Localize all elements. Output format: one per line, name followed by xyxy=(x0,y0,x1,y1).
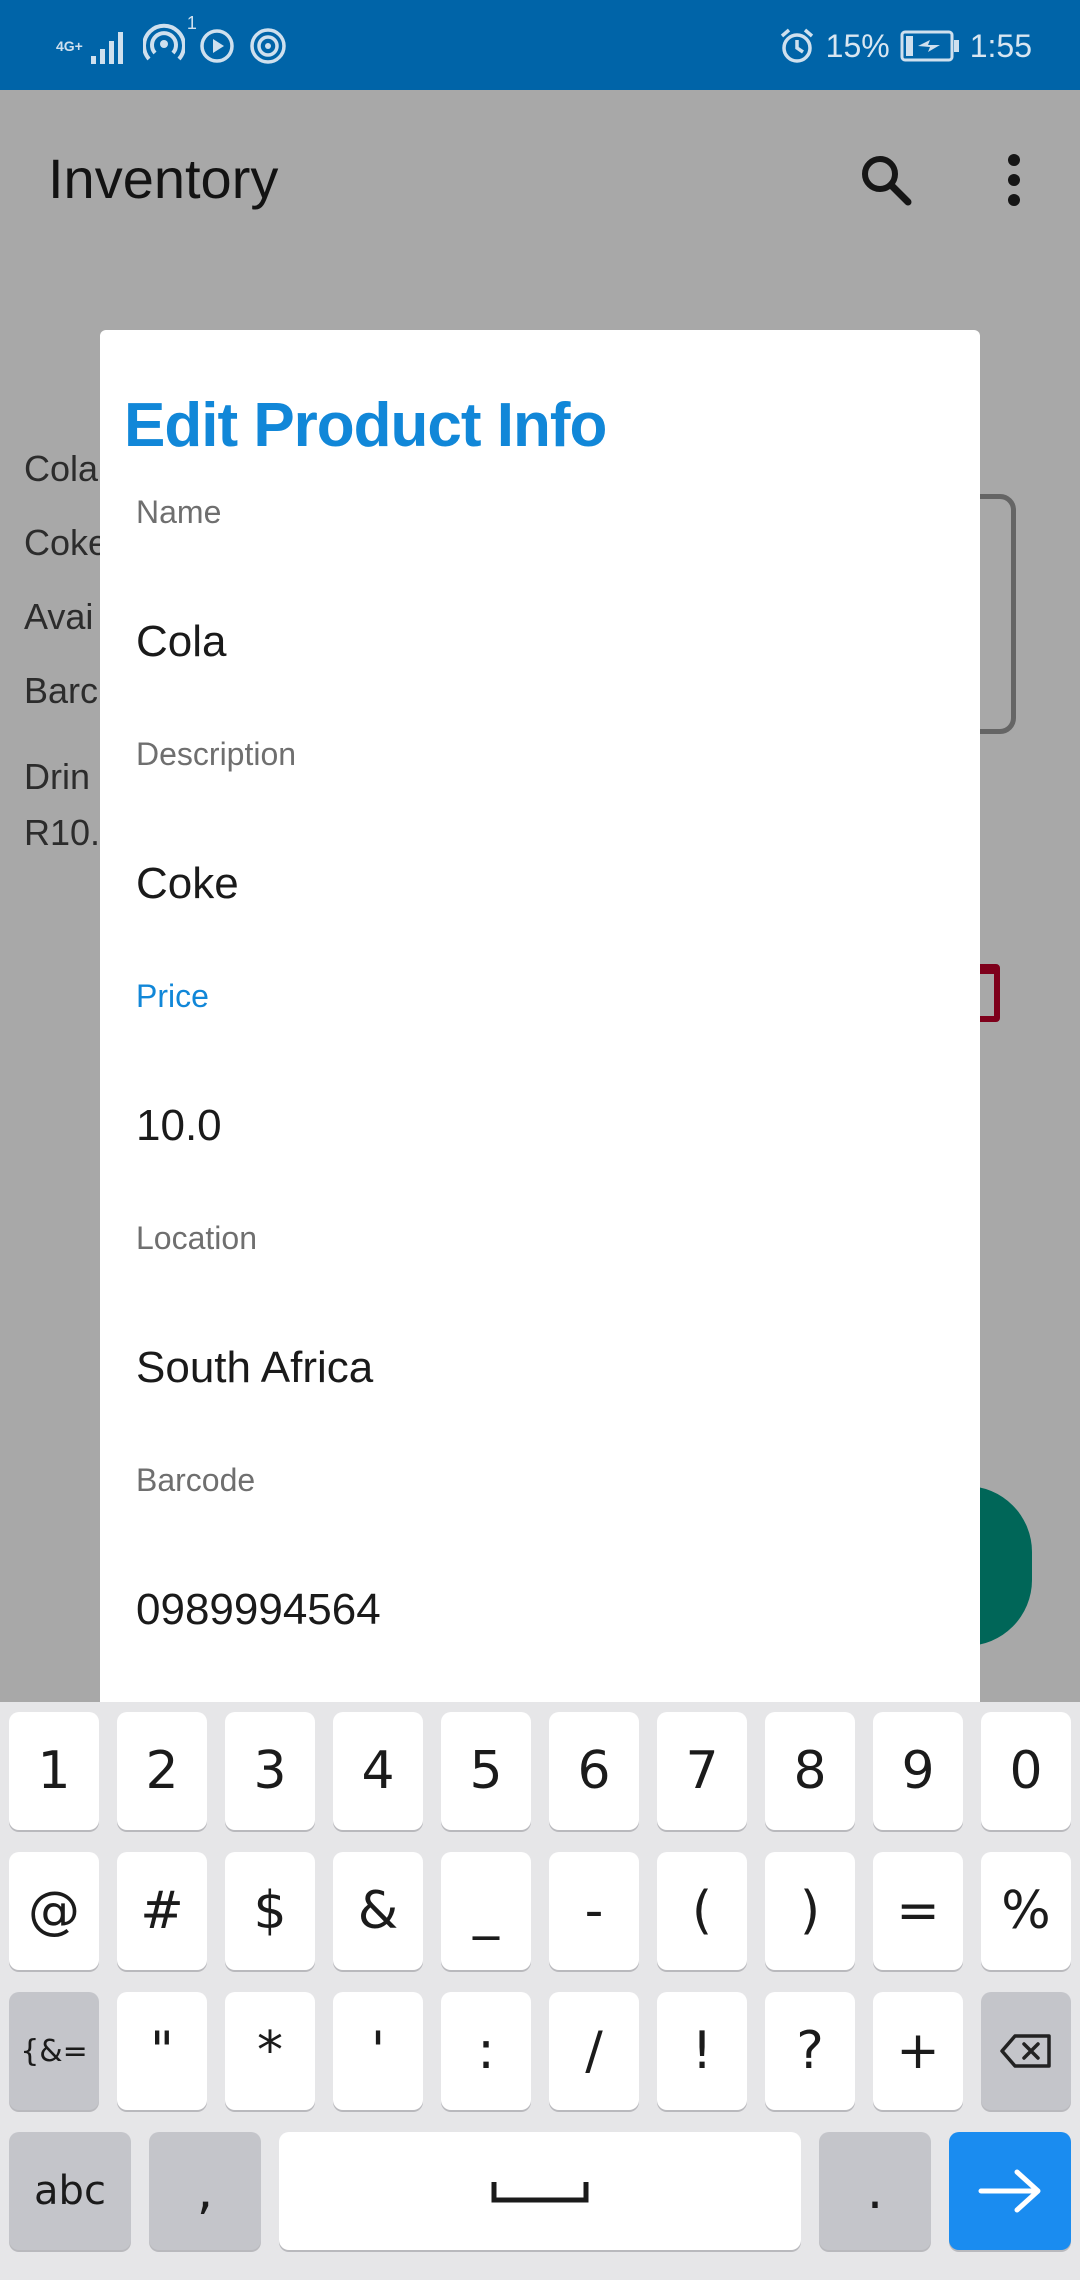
space-key[interactable] xyxy=(279,2132,801,2250)
key-colon[interactable]: : xyxy=(441,1992,531,2110)
key-percent[interactable]: % xyxy=(981,1852,1071,1970)
description-field[interactable] xyxy=(136,844,936,924)
alarm-icon xyxy=(780,28,813,63)
key-at[interactable]: @ xyxy=(9,1852,99,1970)
key-underscore[interactable]: _ xyxy=(441,1852,531,1970)
key-exclamation[interactable]: ! xyxy=(657,1992,747,2110)
location-label: Location xyxy=(136,1220,257,1256)
barcode-field[interactable] xyxy=(136,1570,936,1650)
key-double-quote[interactable]: " xyxy=(117,1992,207,2110)
nfc-icon xyxy=(250,28,286,64)
name-field[interactable] xyxy=(136,602,936,682)
enter-key[interactable] xyxy=(949,2132,1071,2250)
status-bar: 4G+ 1 15% 1:55 xyxy=(0,0,1080,90)
description-label: Description xyxy=(136,736,297,772)
backspace-icon xyxy=(1000,2034,1051,2068)
symbols-page-key[interactable]: {&= xyxy=(9,1992,99,2110)
price-field[interactable] xyxy=(136,1086,936,1166)
dialog-title: Edit Product Info xyxy=(124,391,607,460)
key-ampersand[interactable]: & xyxy=(333,1852,423,1970)
key-hyphen[interactable]: - xyxy=(549,1852,639,1970)
key-question[interactable]: ? xyxy=(765,1992,855,2110)
hotspot-icon xyxy=(141,23,186,60)
comma-key[interactable]: , xyxy=(149,2132,261,2250)
backspace-key[interactable] xyxy=(981,1992,1071,2110)
key-0[interactable]: 0 xyxy=(981,1712,1071,1830)
key-close-paren[interactable]: ) xyxy=(765,1852,855,1970)
key-4[interactable]: 4 xyxy=(333,1712,423,1830)
play-icon xyxy=(200,29,234,63)
symbol-keyboard: 1 2 3 4 5 6 7 8 9 0 @ # $ & _ - ( ) = % … xyxy=(0,1702,1080,2280)
battery-charging-icon xyxy=(900,30,959,62)
key-hash[interactable]: # xyxy=(117,1852,207,1970)
key-dollar[interactable]: $ xyxy=(225,1852,315,1970)
status-right: 15% 1:55 xyxy=(778,18,1032,74)
key-open-paren[interactable]: ( xyxy=(657,1852,747,1970)
location-field[interactable] xyxy=(136,1328,936,1408)
signal-icon xyxy=(90,32,123,64)
key-1[interactable]: 1 xyxy=(9,1712,99,1830)
price-label: Price xyxy=(136,978,209,1014)
key-slash[interactable]: / xyxy=(549,1992,639,2110)
network-type-label: 4G+ xyxy=(56,38,83,54)
period-key[interactable]: . xyxy=(819,2132,931,2250)
key-9[interactable]: 9 xyxy=(873,1712,963,1830)
key-plus[interactable]: + xyxy=(873,1992,963,2110)
key-equals[interactable]: = xyxy=(873,1852,963,1970)
space-icon xyxy=(491,2182,589,2203)
status-left: 4G+ 1 xyxy=(56,13,287,74)
key-8[interactable]: 8 xyxy=(765,1712,855,1830)
enter-arrow-icon xyxy=(978,2169,1041,2213)
key-3[interactable]: 3 xyxy=(225,1712,315,1830)
key-apostrophe[interactable]: ' xyxy=(333,1992,423,2110)
key-6[interactable]: 6 xyxy=(549,1712,639,1830)
notification-count: 1 xyxy=(186,12,197,33)
key-5[interactable]: 5 xyxy=(441,1712,531,1830)
clock: 1:55 xyxy=(969,27,1032,64)
key-2[interactable]: 2 xyxy=(117,1712,207,1830)
name-label: Name xyxy=(136,494,222,530)
abc-key[interactable]: abc xyxy=(9,2132,131,2250)
key-7[interactable]: 7 xyxy=(657,1712,747,1830)
key-asterisk[interactable]: * xyxy=(225,1992,315,2110)
battery-percent: 15% xyxy=(825,27,890,64)
edit-product-dialog: Edit Product Info Name Description Price… xyxy=(100,330,980,1702)
barcode-label: Barcode xyxy=(136,1462,256,1498)
